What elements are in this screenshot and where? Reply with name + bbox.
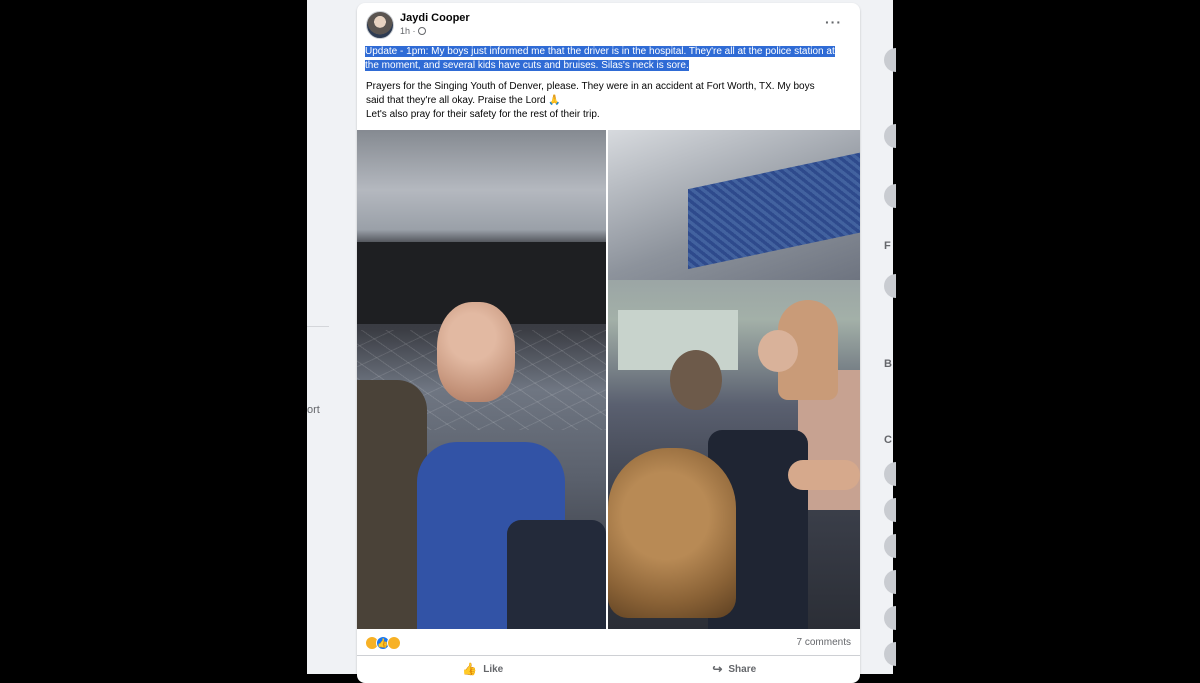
seat: [507, 520, 606, 629]
globe-icon: [417, 27, 426, 35]
wow-reaction-icon: [387, 636, 401, 650]
passenger-arm: [788, 460, 860, 490]
post-body: Prayers for the Singing Youth of Denver,…: [366, 80, 852, 122]
author-avatar[interactable]: [366, 11, 394, 39]
left-sidebar-divider: [307, 326, 329, 327]
post-actions: 👍 Like ↪ Share: [357, 657, 860, 681]
photo-bus-interior[interactable]: [608, 130, 860, 629]
right-sidebar-letter: F: [884, 240, 891, 252]
left-sidebar-fragment: ort: [307, 404, 320, 416]
selected-text: Update - 1pm: My boys just informed me t…: [365, 46, 835, 71]
passenger-head: [758, 330, 798, 372]
post-body-line: said that they're all okay. Praise the L…: [366, 95, 561, 106]
right-sidebar-letter: C: [884, 434, 892, 446]
share-label: Share: [728, 663, 757, 675]
reaction-icons[interactable]: 👍: [365, 636, 401, 650]
right-sidebar-letter: B: [884, 358, 892, 370]
post-meta: 1h ·: [400, 26, 426, 36]
passenger-head: [608, 448, 736, 618]
author-name[interactable]: Jaydi Cooper: [400, 12, 470, 24]
screen: ort F B C Jaydi Cooper 1h · ··· Update -…: [0, 0, 1200, 683]
feed-post: Jaydi Cooper 1h · ··· Update - 1pm: My b…: [357, 3, 860, 683]
comments-count[interactable]: 7 comments: [797, 637, 851, 648]
passenger-head: [437, 302, 515, 402]
like-label: Like: [483, 663, 504, 675]
post-body-line: Prayers for the Singing Youth of Denver,…: [366, 81, 815, 92]
highlighted-post-text: Update - 1pm: My boys just informed me t…: [365, 45, 835, 73]
photo-cracked-windshield[interactable]: [357, 130, 606, 629]
more-horizontal-icon[interactable]: ···: [825, 14, 842, 30]
post-photos: [357, 130, 860, 629]
share-button[interactable]: ↪ Share: [609, 657, 861, 681]
post-body-line: Let's also pray for their safety for the…: [366, 109, 600, 120]
post-time[interactable]: 1h ·: [400, 26, 416, 36]
like-button[interactable]: 👍 Like: [357, 657, 609, 681]
passenger-head: [670, 350, 722, 410]
reactions-bar: 👍 7 comments: [357, 630, 860, 656]
